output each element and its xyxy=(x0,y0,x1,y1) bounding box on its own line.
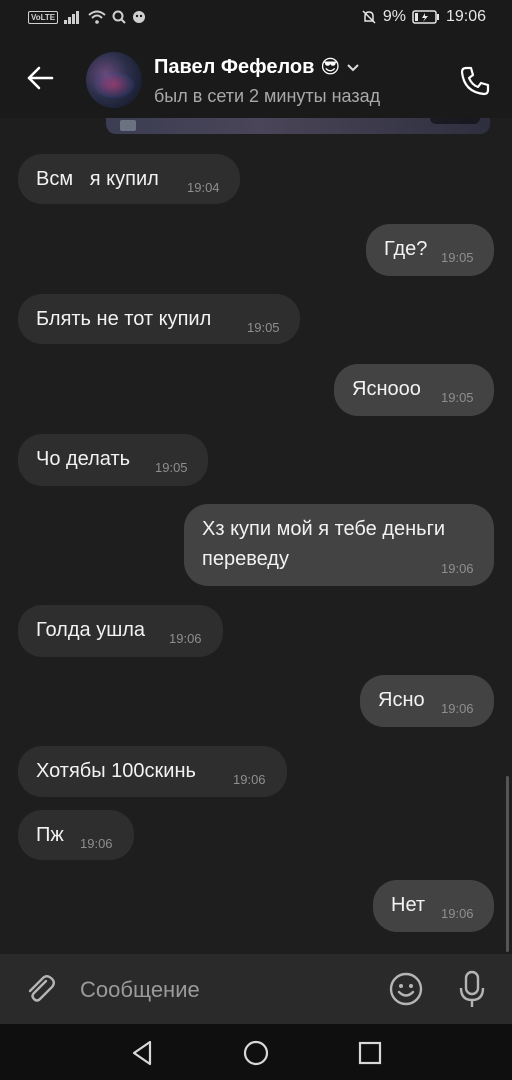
message-bubble[interactable]: Где? 19:05 xyxy=(366,224,494,276)
message-bubble[interactable]: Яснооо 19:05 xyxy=(334,364,494,416)
message-bubble[interactable]: Чо делать 19:05 xyxy=(18,434,208,486)
message-time: 19:05 xyxy=(247,320,280,335)
message-time: 19:04 xyxy=(187,180,220,195)
message-text: Блять не тот купил xyxy=(36,308,212,330)
volte-icon: VoLTE xyxy=(28,10,59,24)
attach-clip-icon[interactable] xyxy=(22,971,58,1007)
mute-icon xyxy=(362,10,376,24)
status-bar-left: VoLTE xyxy=(28,10,146,24)
attachment-time-badge xyxy=(430,118,480,124)
message-time: 19:05 xyxy=(441,390,474,405)
wifi-icon xyxy=(88,10,106,24)
microphone-icon[interactable] xyxy=(456,969,488,1009)
chevron-down-icon xyxy=(347,63,359,71)
message-bubble[interactable]: Всм я купил 19:04 xyxy=(18,154,240,204)
nav-home-icon[interactable] xyxy=(241,1038,271,1068)
signal-icon xyxy=(64,11,80,24)
status-time: 19:06 xyxy=(445,8,486,25)
contact-name-button[interactable]: Павел Фефелов 😎 xyxy=(154,56,360,79)
previous-image-attachment[interactable] xyxy=(106,118,490,134)
message-time: 19:06 xyxy=(441,906,474,921)
emoji-smile-icon[interactable] xyxy=(388,971,424,1007)
message-time: 19:06 xyxy=(441,701,474,716)
contact-name: Павел Фефелов xyxy=(154,56,315,78)
message-bubble[interactable]: Блять не тот купил 19:05 xyxy=(18,294,300,344)
message-time: 19:06 xyxy=(169,631,202,646)
message-bubble[interactable]: Хз купи мой я тебе деньги переведу 19:06 xyxy=(184,504,494,586)
message-composer xyxy=(0,954,512,1024)
message-bubble[interactable]: Голда ушла 19:06 xyxy=(18,605,223,657)
phone-icon xyxy=(460,66,490,96)
system-nav-bar xyxy=(0,1024,512,1080)
battery-percent: 9% xyxy=(382,8,406,25)
message-input[interactable] xyxy=(78,968,372,1012)
battery-icon xyxy=(412,10,439,24)
message-bubble[interactable]: Нет 19:06 xyxy=(373,880,494,932)
mail-icon xyxy=(120,120,136,131)
nav-back-icon[interactable] xyxy=(128,1038,158,1068)
nav-recents-icon[interactable] xyxy=(355,1038,385,1068)
message-time: 19:05 xyxy=(155,460,188,475)
emoji-sunglasses: 😎 xyxy=(320,57,341,78)
message-bubble[interactable]: Хотябы 100скинь 19:06 xyxy=(18,746,287,797)
status-bar: VoLTE 9% 19:06 xyxy=(0,0,512,38)
presence-status: был в сети 2 минуты назад xyxy=(154,86,381,106)
scrollbar[interactable] xyxy=(506,776,509,952)
chat-header: Павел Фефелов 😎 был в сети 2 минуты наза… xyxy=(0,38,512,118)
call-button[interactable] xyxy=(456,62,494,100)
message-text: Хз купи мой я тебе деньги переведу xyxy=(202,518,446,570)
back-arrow-icon xyxy=(27,66,54,90)
message-time: 19:05 xyxy=(441,250,474,265)
avatar[interactable] xyxy=(86,52,142,108)
message-time: 19:06 xyxy=(80,836,113,851)
message-bubble[interactable]: Ясно 19:06 xyxy=(360,675,494,727)
message-time: 19:06 xyxy=(233,772,266,787)
notification-icon xyxy=(133,11,146,23)
back-button[interactable] xyxy=(22,60,58,96)
status-bar-right: 9% 19:06 xyxy=(361,8,486,26)
message-time: 19:06 xyxy=(441,561,474,576)
search-icon xyxy=(112,10,126,24)
message-bubble[interactable]: Пж 19:06 xyxy=(18,810,134,860)
